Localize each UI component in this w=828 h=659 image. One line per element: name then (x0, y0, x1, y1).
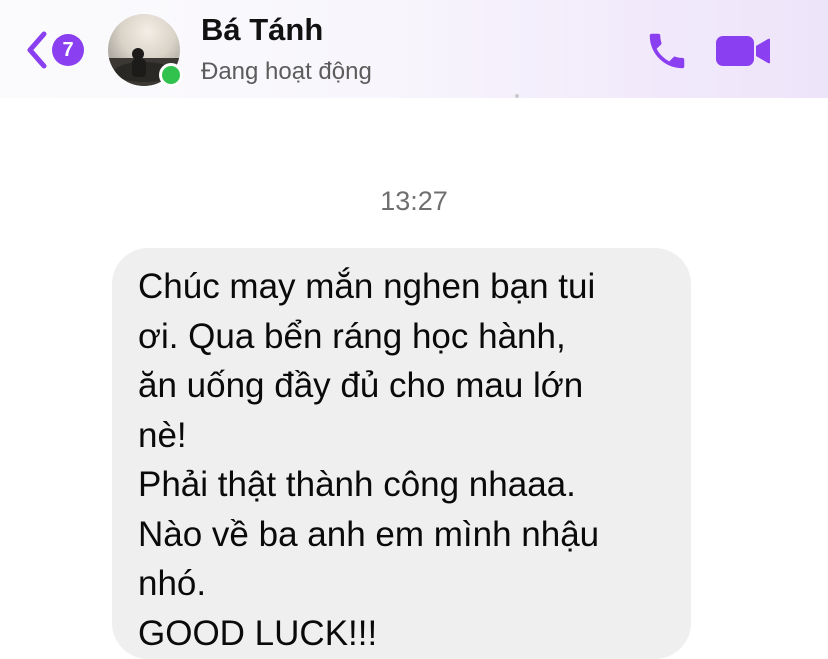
unread-count-badge: 7 (52, 34, 84, 66)
phone-icon (649, 33, 685, 69)
chat-header: 7 Bá Tánh Đang hoạt động (0, 0, 828, 98)
message-line: Chúc may mắn nghen bạn tui (138, 267, 596, 306)
online-status-dot (159, 63, 183, 87)
contact-name[interactable]: Bá Tánh (201, 12, 323, 48)
chevron-left-icon (27, 31, 47, 69)
message-line: ơi. Qua bển ráng học hành, (138, 316, 566, 356)
message-line: nhó. (138, 564, 207, 603)
message-line: nè! (138, 415, 187, 455)
incoming-message-bubble[interactable]: Chúc may mắn nghen bạn tui ơi. Qua bển r… (112, 248, 691, 659)
message-line: Phải thật thành công nhaaa. (138, 465, 576, 504)
video-camera-icon (716, 36, 770, 66)
contact-status: Đang hoạt động (201, 58, 372, 85)
scroll-indicator (515, 94, 519, 98)
message-timestamp: 13:27 (380, 186, 448, 216)
video-call-button[interactable] (714, 30, 772, 70)
message-line: ăn uống đầy đủ cho mau lớn (138, 366, 584, 405)
message-line: GOOD LUCK!!! (138, 613, 378, 653)
audio-call-button[interactable] (644, 28, 690, 74)
message-line: Nào về ba anh em mình nhậu (138, 514, 600, 554)
